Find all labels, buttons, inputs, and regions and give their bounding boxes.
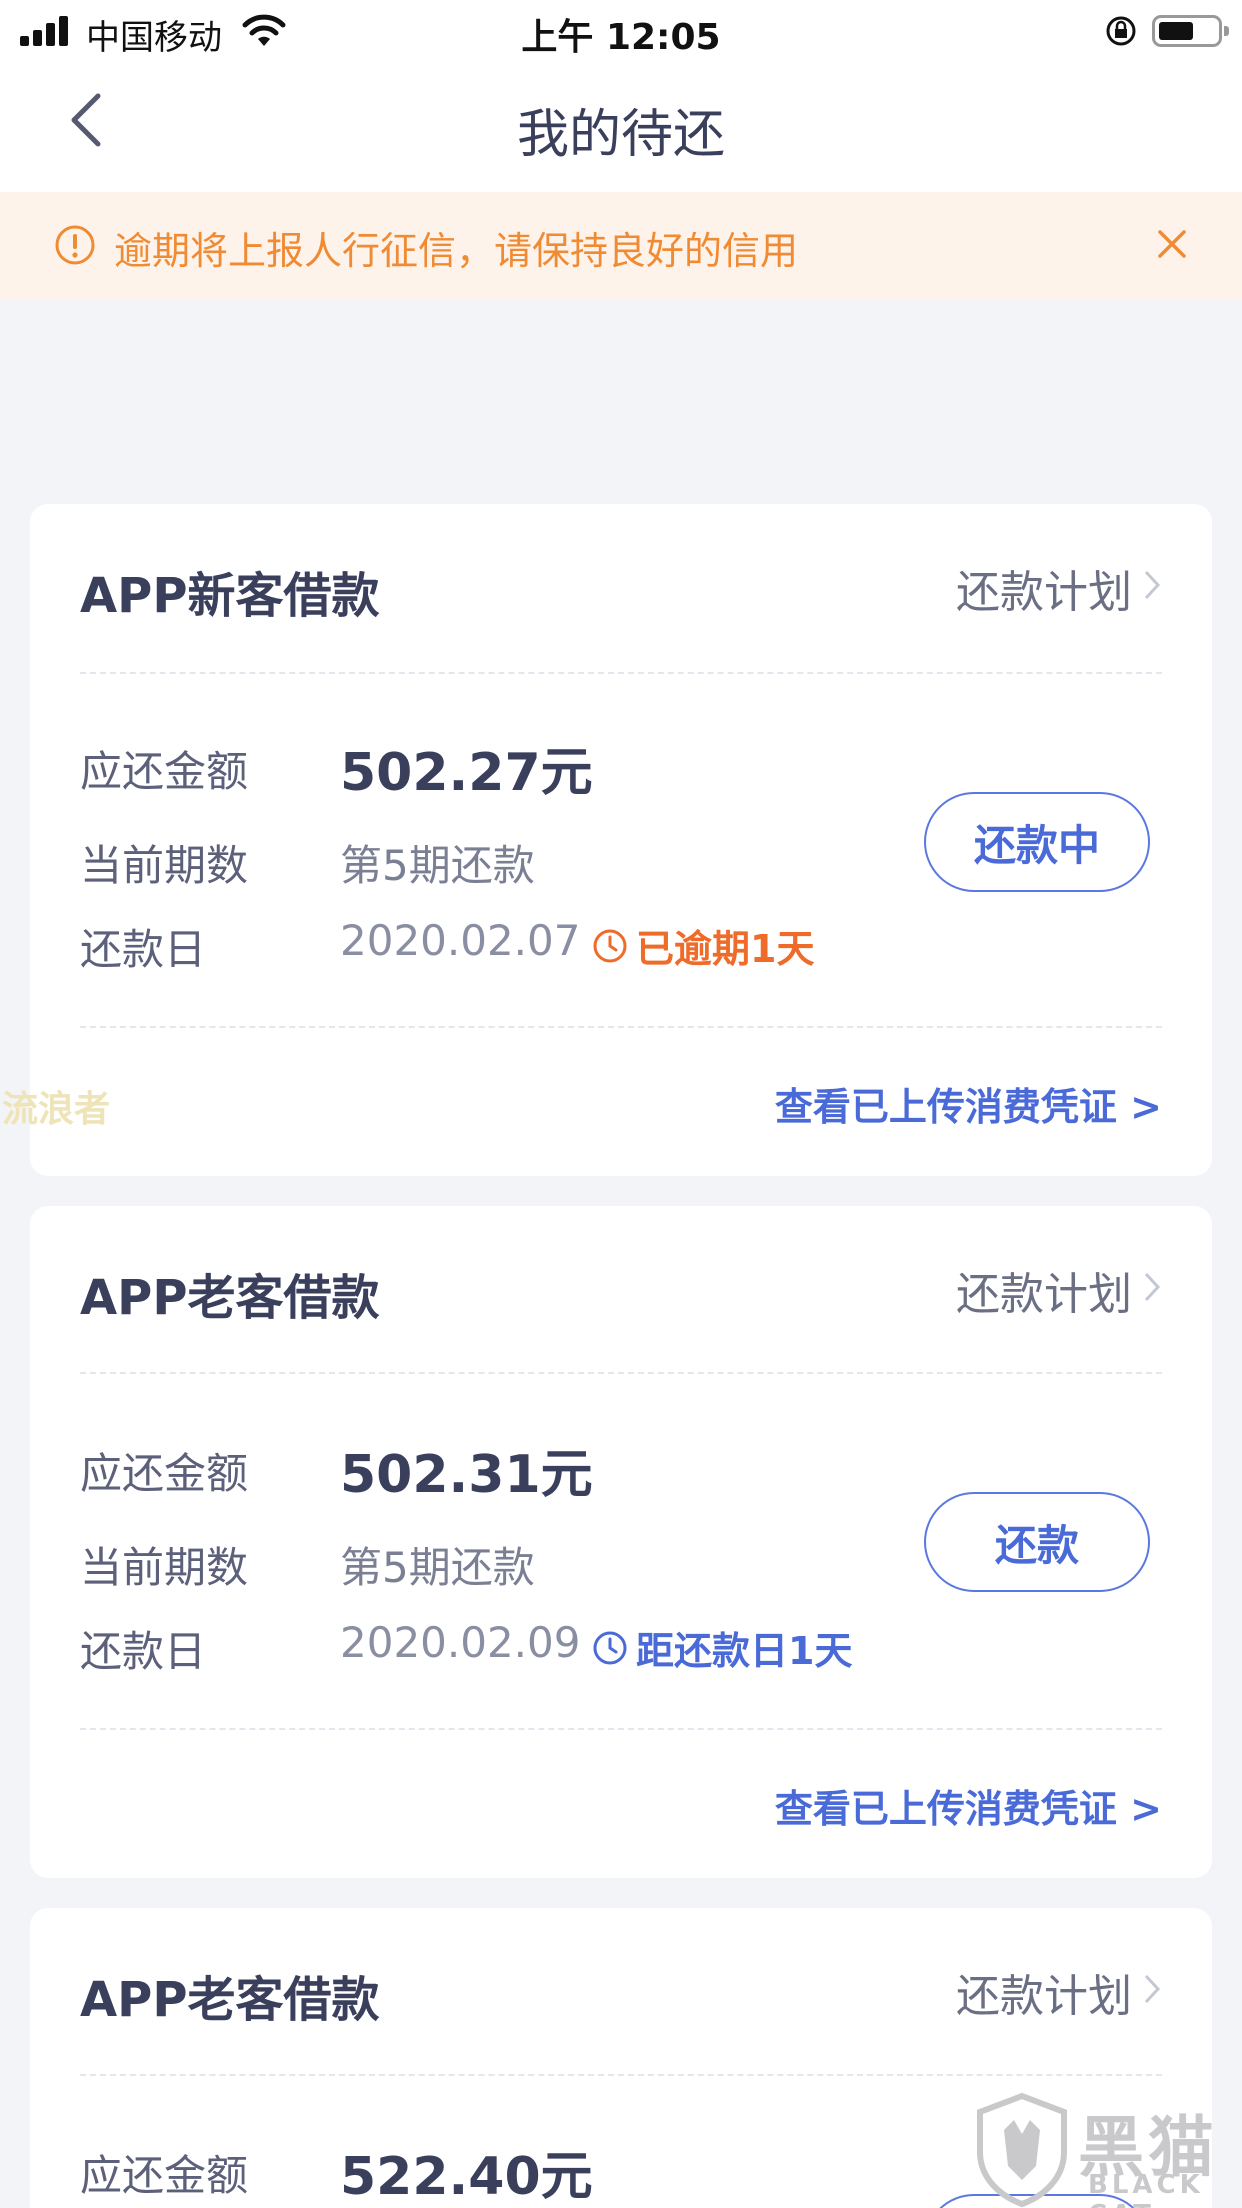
period-label: 当前期数 — [80, 1543, 249, 1592]
loan-title: APP新客借款 — [80, 568, 380, 624]
loan-card: APP老客借款 还款计划 应还金额 502.31元 当前期数 第5期还款 还款日… — [30, 1206, 1212, 1878]
watermark-en: BLACK CAT — [1088, 2170, 1204, 2208]
days-until-due-status: 距还款日1天 — [592, 1620, 852, 1675]
battery-level — [1159, 22, 1193, 40]
period-label: 当前期数 — [80, 841, 249, 890]
clock-icon — [593, 929, 627, 962]
divider — [80, 1728, 1162, 1730]
black-cat-watermark: 黑猫 BLACK CAT — [970, 2090, 1242, 2208]
rotation-lock-icon — [1106, 16, 1136, 46]
divider — [80, 1026, 1162, 1028]
amount-label: 应还金额 — [80, 1449, 249, 1498]
status-text: 已逾期1天 — [636, 927, 815, 971]
close-icon[interactable] — [1150, 222, 1194, 266]
repay-button[interactable]: 还款 — [924, 1492, 1150, 1592]
repayment-plan-link[interactable]: 还款计划 — [956, 556, 1132, 620]
status-text: 距还款日1天 — [636, 1629, 853, 1673]
repayment-plan-link[interactable]: 还款计划 — [956, 1258, 1132, 1322]
nav-bar: 我的待还 — [0, 62, 1242, 192]
due-date-value: 2020.02.09 — [340, 1618, 581, 1667]
credit-warning-banner: 逾期将上报人行征信，请保持良好的信用 — [0, 192, 1242, 300]
repaying-button[interactable]: 还款中 — [924, 792, 1150, 892]
amount-value: 502.31元 — [340, 1445, 593, 1505]
amount-label: 应还金额 — [80, 2151, 249, 2200]
due-date-label: 还款日 — [80, 925, 207, 974]
warning-icon — [55, 225, 95, 265]
battery-icon — [1152, 15, 1229, 47]
black-cat-logo-icon — [977, 2092, 1067, 2208]
due-date-label: 还款日 — [80, 1627, 207, 1676]
page-title: 我的待还 — [516, 105, 725, 165]
divider — [80, 2074, 1162, 2076]
loan-title: APP老客借款 — [80, 1972, 380, 2028]
loan-card: APP新客借款 还款计划 应还金额 502.27元 当前期数 第5期还款 还款日… — [30, 504, 1212, 1176]
due-date-value: 2020.02.07 — [340, 916, 581, 965]
period-value: 第5期还款 — [340, 841, 535, 890]
chevron-right-icon[interactable] — [1142, 1270, 1162, 1304]
status-time: 上午 12:05 — [521, 17, 721, 58]
repayment-plan-link[interactable]: 还款计划 — [956, 1960, 1132, 2024]
amount-value: 522.40元 — [340, 2147, 593, 2207]
amount-value: 502.27元 — [340, 743, 593, 803]
divider — [80, 1372, 1162, 1374]
period-value: 第5期还款 — [340, 1543, 535, 1592]
status-bar: 中国移动 上午 12:05 — [0, 0, 1242, 62]
view-voucher-link[interactable]: 查看已上传消费凭证 > — [775, 1076, 1162, 1131]
overdue-status: 已逾期1天 — [592, 918, 814, 973]
watermark-text: 流浪者 — [2, 1089, 111, 1130]
chevron-right-icon[interactable] — [1142, 1972, 1162, 2006]
amount-label: 应还金额 — [80, 747, 249, 796]
chevron-right-icon[interactable] — [1142, 568, 1162, 602]
clock-icon — [593, 1631, 627, 1664]
view-voucher-link[interactable]: 查看已上传消费凭证 > — [775, 1778, 1162, 1833]
loan-title: APP老客借款 — [80, 1270, 380, 1326]
divider — [80, 672, 1162, 674]
warning-text: 逾期将上报人行征信，请保持良好的信用 — [114, 229, 799, 273]
